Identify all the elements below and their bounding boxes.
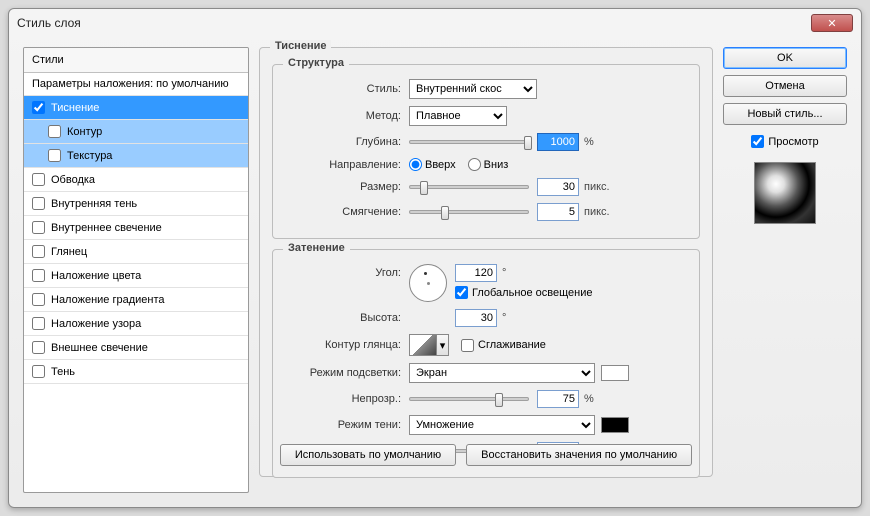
blending-options-row[interactable]: Параметры наложения: по умолчанию xyxy=(24,73,248,96)
settings-panel: Тиснение Структура Стиль: Внутренний ско… xyxy=(259,47,713,493)
style-item-0[interactable]: Тиснение xyxy=(24,96,248,120)
style-item-3[interactable]: Обводка xyxy=(24,168,248,192)
style-item-checkbox[interactable] xyxy=(32,269,45,282)
style-item-checkbox[interactable] xyxy=(32,221,45,234)
preview-thumbnail xyxy=(754,162,816,224)
style-item-checkbox[interactable] xyxy=(32,173,45,186)
structure-group: Структура Стиль: Внутренний скос Метод: … xyxy=(272,64,700,239)
preview-checkbox[interactable] xyxy=(751,135,764,148)
style-item-8[interactable]: Наложение градиента xyxy=(24,288,248,312)
make-default-button[interactable]: Использовать по умолчанию xyxy=(280,444,456,466)
depth-slider[interactable] xyxy=(409,140,529,144)
style-item-9[interactable]: Наложение узора xyxy=(24,312,248,336)
dialog-buttons: OK Отмена Новый стиль... Просмотр xyxy=(723,47,847,493)
shading-title: Затенение xyxy=(283,242,350,254)
ok-button[interactable]: OK xyxy=(723,47,847,69)
style-item-10[interactable]: Внешнее свечение xyxy=(24,336,248,360)
style-item-label: Тень xyxy=(51,366,75,378)
new-style-button[interactable]: Новый стиль... xyxy=(723,103,847,125)
direction-down-radio[interactable]: Вниз xyxy=(468,158,509,171)
soften-input[interactable] xyxy=(537,203,579,221)
style-item-checkbox[interactable] xyxy=(32,197,45,210)
style-item-checkbox[interactable] xyxy=(32,293,45,306)
titlebar: Стиль слоя ✕ xyxy=(9,9,861,37)
styles-header: Стили xyxy=(24,48,248,73)
style-select[interactable]: Внутренний скос xyxy=(409,79,537,99)
style-item-checkbox[interactable] xyxy=(32,365,45,378)
bevel-group: Тиснение Структура Стиль: Внутренний ско… xyxy=(259,47,713,477)
angle-input[interactable] xyxy=(455,264,497,282)
style-item-checkbox[interactable] xyxy=(48,149,61,162)
style-item-checkbox[interactable] xyxy=(48,125,61,138)
style-item-label: Наложение цвета xyxy=(51,270,141,282)
highlight-opacity-input[interactable] xyxy=(537,390,579,408)
style-item-checkbox[interactable] xyxy=(32,317,45,330)
style-item-label: Глянец xyxy=(51,246,87,258)
reset-default-button[interactable]: Восстановить значения по умолчанию xyxy=(466,444,692,466)
style-item-5[interactable]: Внутреннее свечение xyxy=(24,216,248,240)
style-item-label: Текстура xyxy=(67,150,112,162)
style-item-2[interactable]: Текстура xyxy=(24,144,248,168)
style-item-7[interactable]: Наложение цвета xyxy=(24,264,248,288)
angle-dial[interactable] xyxy=(409,264,447,302)
antialias-checkbox[interactable]: Сглаживание xyxy=(461,339,546,352)
highlight-mode-select[interactable]: Экран xyxy=(409,363,595,383)
technique-select[interactable]: Плавное xyxy=(409,106,507,126)
shadow-mode-select[interactable]: Умножение xyxy=(409,415,595,435)
style-item-4[interactable]: Внутренняя тень xyxy=(24,192,248,216)
highlight-color-swatch[interactable] xyxy=(601,365,629,381)
style-item-label: Тиснение xyxy=(51,102,99,114)
bevel-title: Тиснение xyxy=(270,40,331,52)
style-item-1[interactable]: Контур xyxy=(24,120,248,144)
window-title: Стиль слоя xyxy=(17,16,81,30)
altitude-input[interactable] xyxy=(455,309,497,327)
style-item-label: Контур xyxy=(67,126,102,138)
cancel-button[interactable]: Отмена xyxy=(723,75,847,97)
style-item-label: Внутреннее свечение xyxy=(51,222,162,234)
style-item-label: Обводка xyxy=(51,174,95,186)
style-item-checkbox[interactable] xyxy=(32,101,45,114)
gloss-contour-swatch[interactable] xyxy=(409,334,437,356)
shadow-color-swatch[interactable] xyxy=(601,417,629,433)
size-slider[interactable] xyxy=(409,185,529,189)
style-item-checkbox[interactable] xyxy=(32,245,45,258)
layer-style-dialog: Стиль слоя ✕ Стили Параметры наложения: … xyxy=(8,8,862,508)
style-item-label: Наложение узора xyxy=(51,318,141,330)
depth-input[interactable] xyxy=(537,133,579,151)
global-light-checkbox[interactable]: Глобальное освещение xyxy=(455,286,593,299)
structure-title: Структура xyxy=(283,57,349,69)
style-item-label: Внешнее свечение xyxy=(51,342,148,354)
style-item-checkbox[interactable] xyxy=(32,341,45,354)
style-item-label: Наложение градиента xyxy=(51,294,165,306)
highlight-opacity-slider[interactable] xyxy=(409,397,529,401)
direction-up-radio[interactable]: Вверх xyxy=(409,158,456,171)
close-button[interactable]: ✕ xyxy=(811,14,853,32)
gloss-contour-dropdown[interactable]: ▾ xyxy=(437,334,449,356)
style-item-11[interactable]: Тень xyxy=(24,360,248,384)
soften-slider[interactable] xyxy=(409,210,529,214)
preview-label: Просмотр xyxy=(768,136,818,148)
style-item-label: Внутренняя тень xyxy=(51,198,137,210)
style-item-6[interactable]: Глянец xyxy=(24,240,248,264)
styles-list: Стили Параметры наложения: по умолчанию … xyxy=(23,47,249,493)
size-input[interactable] xyxy=(537,178,579,196)
close-icon: ✕ xyxy=(827,17,836,30)
